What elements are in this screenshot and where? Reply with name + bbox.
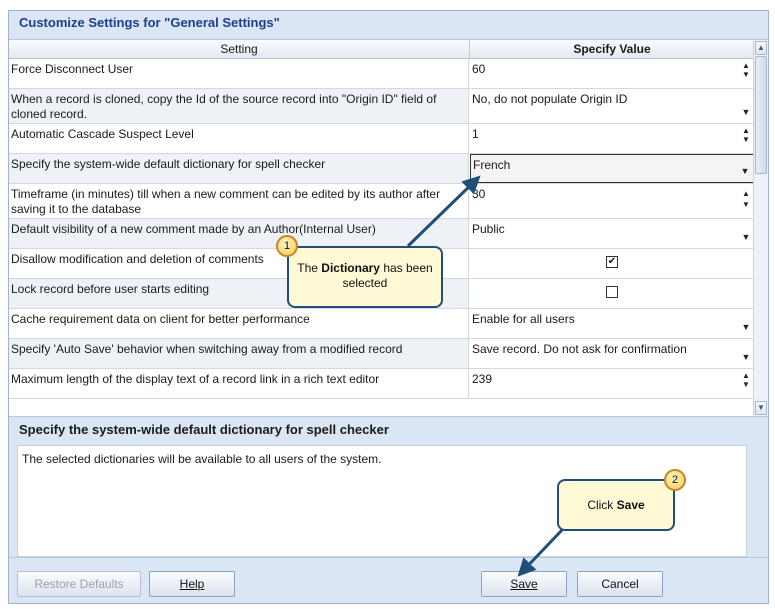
callout-1-text-pre: The (297, 261, 322, 275)
callout-2-number-badge: 2 (664, 469, 686, 491)
help-button[interactable]: Help (149, 571, 235, 597)
settings-row-link-text-length[interactable]: Maximum length of the display text of a … (9, 369, 754, 399)
footer-divider (9, 557, 768, 558)
setting-label: Cache requirement data on client for bet… (9, 309, 469, 338)
settings-grid: Setting Specify Value Force Disconnect U… (9, 39, 768, 417)
spin-down-icon[interactable]: ▼ (740, 70, 752, 79)
setting-label: When a record is cloned, copy the Id of … (9, 89, 469, 123)
chevron-down-icon[interactable]: ▼ (740, 320, 752, 335)
dropdown-value[interactable]: Save record. Do not ask for confirmation (472, 342, 687, 356)
chevron-down-icon[interactable]: ▼ (739, 164, 751, 179)
callout-2-text-pre: Click (587, 498, 617, 512)
value-cell[interactable]: Enable for all users ▼ (470, 309, 754, 338)
scroll-down-icon[interactable]: ▼ (755, 401, 767, 415)
spin-buttons[interactable]: ▲ ▼ (740, 61, 752, 79)
spin-down-icon[interactable]: ▼ (740, 135, 752, 144)
spin-down-icon[interactable]: ▼ (740, 199, 752, 210)
spin-down-icon[interactable]: ▼ (740, 380, 752, 389)
save-button[interactable]: Save (481, 571, 567, 597)
settings-row-spell-dictionary[interactable]: Specify the system-wide default dictiona… (9, 154, 754, 184)
restore-defaults-button[interactable]: Restore Defaults (17, 571, 141, 597)
dropdown-value[interactable]: Public (472, 222, 505, 236)
grid-vertical-scrollbar[interactable]: ▲ ▼ (753, 40, 768, 416)
chevron-down-icon[interactable]: ▼ (740, 350, 752, 365)
value-cell[interactable]: 60 ▲ ▼ (470, 59, 754, 88)
spin-up-icon[interactable]: ▲ (740, 126, 752, 135)
settings-row-auto-save[interactable]: Specify 'Auto Save' behavior when switch… (9, 339, 754, 369)
dropdown-value[interactable]: Enable for all users (472, 312, 575, 326)
help-button-label: Help (179, 577, 205, 591)
lock-record-checkbox[interactable] (606, 286, 618, 298)
value-cell[interactable]: No, do not populate Origin ID ▼ (470, 89, 754, 123)
spin-up-icon[interactable]: ▲ (740, 188, 752, 199)
settings-row-comment-edit-timeframe[interactable]: Timeframe (in minutes) till when a new c… (9, 184, 754, 219)
callout-1-number-badge: 1 (276, 235, 298, 257)
value-cell[interactable]: 30 ▲ ▼ (470, 184, 754, 218)
spin-up-icon[interactable]: ▲ (740, 371, 752, 380)
dropdown-value[interactable]: French (473, 158, 510, 172)
spin-buttons[interactable]: ▲ ▼ (740, 188, 752, 210)
scrollbar-thumb[interactable] (755, 56, 767, 174)
cancel-button[interactable]: Cancel (577, 571, 663, 597)
value-cell[interactable]: Save record. Do not ask for confirmation… (470, 339, 754, 368)
spin-input-value[interactable]: 30 (472, 187, 485, 201)
setting-label: Automatic Cascade Suspect Level (9, 124, 469, 153)
value-cell[interactable]: 239 ▲ ▼ (470, 369, 754, 398)
callout-click-save: Click Save (557, 479, 675, 531)
spin-input-value[interactable]: 1 (472, 127, 479, 141)
dictionary-dropdown[interactable]: French ▼ (470, 154, 754, 183)
value-cell[interactable]: 1 ▲ ▼ (470, 124, 754, 153)
scroll-up-icon[interactable]: ▲ (755, 41, 767, 55)
description-title: Specify the system-wide default dictiona… (19, 422, 389, 437)
value-cell[interactable]: Public ▼ (470, 219, 754, 248)
callout-dictionary-selected: The Dictionary has been selected (287, 246, 443, 308)
value-cell: ✔ (470, 249, 754, 278)
value-cell (470, 279, 754, 308)
setting-label: Maximum length of the display text of a … (9, 369, 469, 398)
setting-label: Specify the system-wide default dictiona… (9, 154, 469, 183)
setting-label: Force Disconnect User (9, 59, 469, 88)
callout-1-text-bold: Dictionary (321, 261, 380, 275)
column-header-value[interactable]: Specify Value (470, 40, 754, 58)
disallow-comments-checkbox[interactable]: ✔ (606, 256, 618, 268)
spin-up-icon[interactable]: ▲ (740, 61, 752, 70)
setting-label: Timeframe (in minutes) till when a new c… (9, 184, 469, 218)
dialog-title: Customize Settings for "General Settings… (19, 15, 280, 30)
setting-label: Specify 'Auto Save' behavior when switch… (9, 339, 469, 368)
callout-2-text-bold: Save (616, 498, 645, 512)
dropdown-value[interactable]: No, do not populate Origin ID (472, 92, 627, 106)
chevron-down-icon[interactable]: ▼ (740, 105, 752, 120)
spin-buttons[interactable]: ▲ ▼ (740, 371, 752, 389)
description-text: The selected dictionaries will be availa… (22, 452, 382, 466)
grid-header: Setting Specify Value (9, 40, 754, 59)
save-button-label: Save (510, 577, 538, 591)
settings-row-cascade-suspect[interactable]: Automatic Cascade Suspect Level 1 ▲ ▼ (9, 124, 754, 154)
setting-label: Default visibility of a new comment made… (9, 219, 469, 248)
spin-buttons[interactable]: ▲ ▼ (740, 126, 752, 144)
column-header-setting[interactable]: Setting (9, 40, 470, 58)
settings-row-clone-origin-id[interactable]: When a record is cloned, copy the Id of … (9, 89, 754, 124)
settings-row-comment-visibility[interactable]: Default visibility of a new comment made… (9, 219, 754, 249)
settings-row-force-disconnect[interactable]: Force Disconnect User 60 ▲ ▼ (9, 59, 754, 89)
spin-input-value[interactable]: 239 (472, 372, 492, 386)
spin-input-value[interactable]: 60 (472, 62, 485, 76)
settings-row-cache-requirement[interactable]: Cache requirement data on client for bet… (9, 309, 754, 339)
chevron-down-icon[interactable]: ▼ (740, 230, 752, 245)
